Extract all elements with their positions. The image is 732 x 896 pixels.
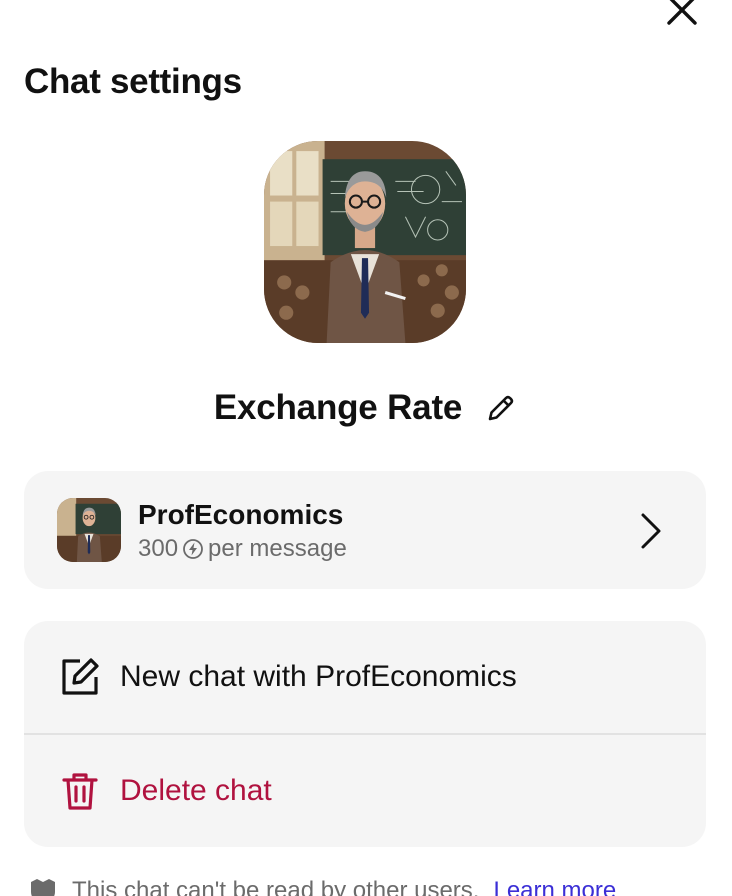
bot-avatar-small xyxy=(57,498,121,562)
privacy-text: This chat can't be read by other users. xyxy=(72,877,480,896)
pencil-icon xyxy=(488,395,514,421)
chat-settings-panel: Chat settings Exchange Rate ProfEconomic… xyxy=(0,0,732,896)
privacy-note: This chat can't be read by other users. … xyxy=(28,876,616,896)
shield-icon xyxy=(31,879,55,896)
cost-value: 300 xyxy=(138,535,179,562)
bot-name: ProfEconomics xyxy=(138,499,344,530)
trash-icon xyxy=(62,773,98,810)
bolt-circle-icon xyxy=(183,539,203,559)
bot-info-card[interactable]: ProfEconomics 300 per message xyxy=(24,471,706,589)
close-icon xyxy=(667,0,697,25)
chevron-right-icon xyxy=(641,513,661,549)
learn-more-link[interactable]: Learn more xyxy=(493,877,616,896)
chat-name-row: Exchange Rate xyxy=(0,385,732,431)
bot-avatar-large xyxy=(264,141,466,343)
new-chat-label: New chat with ProfEconomics xyxy=(120,660,517,693)
new-chat-button[interactable]: New chat with ProfEconomics xyxy=(24,621,706,733)
delete-chat-button[interactable]: Delete chat xyxy=(24,735,706,847)
chat-name: Exchange Rate xyxy=(213,388,463,427)
chat-actions-card: New chat with ProfEconomics Delete chat xyxy=(24,621,706,847)
cost-suffix: per message xyxy=(208,535,347,562)
edit-chat-name-button[interactable] xyxy=(484,391,518,425)
page-title: Chat settings xyxy=(24,62,242,101)
delete-chat-label: Delete chat xyxy=(120,774,272,807)
compose-icon xyxy=(62,658,99,695)
close-button[interactable] xyxy=(660,0,704,32)
bot-cost: 300 per message xyxy=(138,535,347,563)
